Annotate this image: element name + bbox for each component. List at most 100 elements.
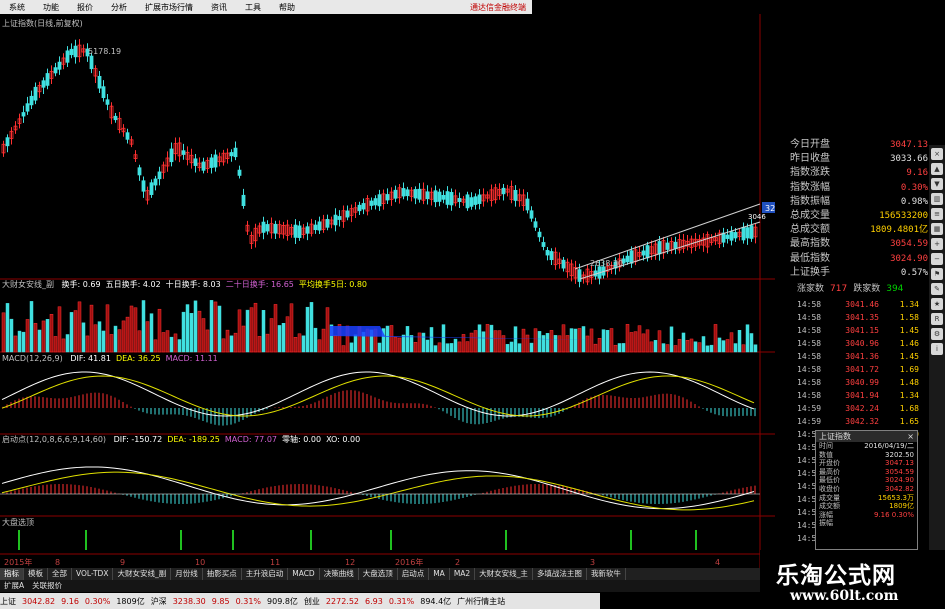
- plus-icon[interactable]: +: [931, 238, 943, 250]
- menu-item-4[interactable]: 扩展市场行情: [136, 2, 202, 13]
- tab-8[interactable]: MACD: [288, 568, 320, 580]
- qdd-name[interactable]: 启动点(12,0,8,6,6,9,14,60): [2, 435, 106, 444]
- info-row: 今日开盘 3047.13: [790, 138, 928, 152]
- status-item: 6.93: [365, 596, 383, 606]
- dapan-name[interactable]: 大盘选顶: [2, 518, 34, 527]
- tick-time: 14:58: [797, 365, 822, 374]
- gear-icon[interactable]: ⚙: [931, 328, 943, 340]
- tab-10[interactable]: 大盘选顶: [359, 568, 398, 580]
- grid-icon[interactable]: ▦: [931, 223, 943, 235]
- tab-7[interactable]: 主升浪启动: [242, 568, 289, 580]
- popup-titlebar[interactable]: 上证指数 ×: [816, 431, 917, 442]
- tab-1[interactable]: 模板: [24, 568, 48, 580]
- index-info-panel: 今日开盘 3047.13 昨日收盘 3033.66 指数涨跌 9.16 指数涨幅 0.30% 指…: [790, 138, 928, 282]
- tick-time: 14:58: [797, 300, 822, 309]
- popup-key: 成交额: [819, 502, 840, 511]
- info-key: 总成交量: [790, 209, 830, 221]
- tab-3[interactable]: VOL-TDX: [72, 568, 114, 580]
- indicator-value: 平均换手5日: 0.80: [298, 280, 368, 289]
- promo-link[interactable]: 通达信金融终端: [470, 2, 532, 13]
- date-axis-label: 2: [455, 558, 460, 567]
- popup-key: 收盘价: [819, 484, 840, 493]
- tab-16[interactable]: 我新软牛: [587, 568, 626, 580]
- status-item: 3238.30: [172, 596, 206, 606]
- tab-6[interactable]: 抽影买点: [203, 568, 242, 580]
- tick-price: 3042.32: [845, 417, 879, 426]
- tick-volume: 1.65: [899, 417, 919, 426]
- channel-value: 3202.5: [765, 204, 775, 213]
- menu-item-6[interactable]: 工具: [236, 2, 270, 13]
- flag-icon[interactable]: ⚑: [931, 268, 943, 280]
- macd-name[interactable]: MACD(12,26,9): [2, 354, 63, 363]
- chart-title: 上证指数(日线,前复权): [2, 19, 83, 28]
- menu-item-2[interactable]: 报价: [68, 2, 102, 13]
- info-key: 指数涨跌: [790, 167, 830, 179]
- tick-time: 14:58: [797, 326, 822, 335]
- minus-icon[interactable]: −: [931, 253, 943, 265]
- tick-row: 14:58 3041.72 1.69: [797, 363, 923, 376]
- indicator-value: 零轴: 0.00: [282, 435, 322, 444]
- popup-value: 15653.3万: [878, 493, 914, 502]
- rsi-icon[interactable]: R: [931, 313, 943, 325]
- menu-item-5[interactable]: 资讯: [202, 2, 236, 13]
- menu-item-0[interactable]: 系统: [0, 2, 34, 13]
- tab-2[interactable]: 全部: [48, 568, 72, 580]
- indicator-value: DIF: -150.72: [113, 435, 163, 444]
- watermark-title: 乐淘公式网: [776, 563, 896, 589]
- close-icon[interactable]: ×: [931, 148, 943, 160]
- popup-row: 振幅: [816, 519, 917, 528]
- down-arrow-icon[interactable]: ▼: [931, 178, 943, 190]
- status-item: 894.4亿: [420, 596, 452, 606]
- menu-item-7[interactable]: 帮助: [270, 2, 304, 13]
- status-bar: 上证 3042.82 9.16 0.30% 1809亿 沪深 3238.30 9.85 0.31…: [0, 593, 600, 609]
- channel-line-lower: [579, 221, 761, 280]
- tab-11[interactable]: 启动点: [398, 568, 430, 580]
- tab-12[interactable]: MA: [429, 568, 450, 580]
- info-value: 1809.4801亿: [870, 225, 928, 236]
- tab-4[interactable]: 大财女安线_副: [113, 568, 172, 580]
- list-icon[interactable]: ≡: [931, 208, 943, 220]
- status-item: 上证: [0, 596, 16, 606]
- tab-5[interactable]: 月份线: [171, 568, 203, 580]
- menu-item-1[interactable]: 功能: [34, 2, 68, 13]
- info-row: 总成交额 1809.4801亿: [790, 223, 928, 237]
- tab-15[interactable]: 多填战法主图: [533, 568, 587, 580]
- chart-area[interactable]: 37503500325030003.002.001.00150.000.0010…: [0, 14, 775, 570]
- up-arrow-icon[interactable]: ▲: [931, 163, 943, 175]
- close-icon[interactable]: ×: [907, 432, 914, 441]
- popup-key: 振幅: [819, 519, 833, 528]
- tab-14[interactable]: 大财女安线_主: [475, 568, 533, 580]
- tick-price: 3040.96: [845, 339, 879, 348]
- menu-item-3[interactable]: 分析: [102, 2, 136, 13]
- indicator-value: 五日换手: 4.02: [105, 280, 161, 289]
- info-icon[interactable]: i: [931, 343, 943, 355]
- tick-row: 14:58 3040.96 1.46: [797, 337, 923, 350]
- info-value: 3054.59: [890, 239, 928, 250]
- tool-icon[interactable]: ✎: [931, 283, 943, 295]
- ext-tab-0[interactable]: 扩展A: [0, 580, 28, 592]
- status-item: 9.16: [61, 596, 79, 606]
- status-item: 广州行情主站: [457, 596, 506, 606]
- chart-icon[interactable]: ▥: [931, 193, 943, 205]
- info-row: 指数振幅 0.98%: [790, 195, 928, 209]
- status-item: 9.85: [211, 596, 230, 606]
- ext-tab-1[interactable]: 关联报价: [28, 580, 66, 592]
- tab-9[interactable]: 决策曲线: [320, 568, 359, 580]
- tick-price: 3041.35: [845, 313, 879, 322]
- tab-13[interactable]: MA2: [450, 568, 476, 580]
- info-key: 指数振幅: [790, 195, 830, 207]
- macd-dea-line: [1, 375, 755, 417]
- data-popup[interactable]: 上证指数 × 时间 2016/04/19/二 数值 3202.50 开盘价 3047.13…: [815, 430, 918, 550]
- indicator-value: XO: 0.00: [326, 435, 361, 444]
- tab-0[interactable]: 指标: [0, 568, 24, 580]
- info-row: 指数涨跌 9.16: [790, 166, 928, 180]
- star-icon[interactable]: ★: [931, 298, 943, 310]
- indicator1-name[interactable]: 大财女安线_副: [2, 280, 54, 289]
- dapan-markers: [18, 530, 697, 550]
- indicator-value: 换手: 0.69: [61, 280, 101, 289]
- info-row: 上证换手 0.57%: [790, 266, 928, 280]
- popup-key: 数值: [819, 450, 833, 459]
- tick-volume: 1.34: [899, 391, 919, 400]
- info-key: 总成交额: [790, 224, 830, 236]
- info-value: 3033.66: [890, 154, 928, 165]
